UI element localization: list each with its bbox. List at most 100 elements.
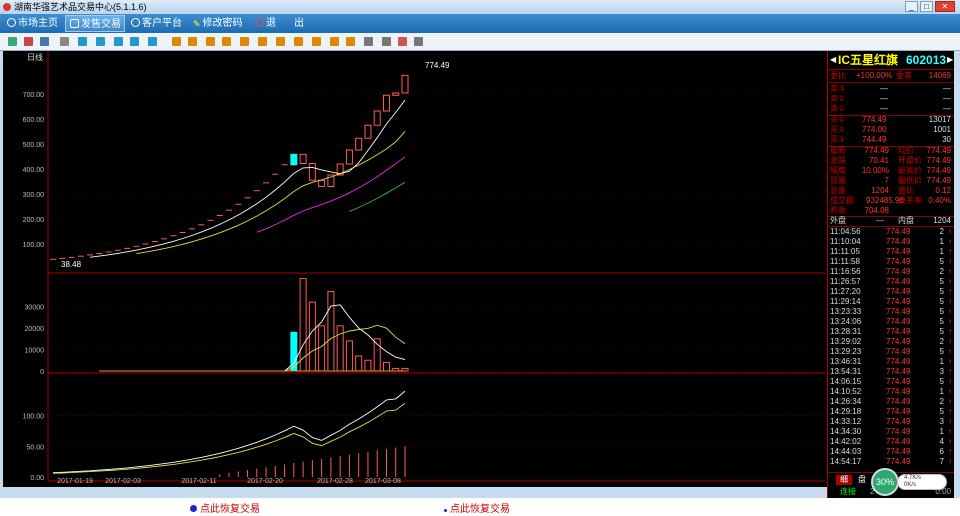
up-arrow-icon: ↑ <box>948 427 952 436</box>
up-arrow-icon: ↑ <box>948 417 952 426</box>
up-arrow-icon: ↑ <box>948 437 952 446</box>
ma-lines <box>90 99 406 258</box>
tab-issue-trade[interactable]: 发售交易 <box>65 15 125 32</box>
app-logo-icon <box>3 3 11 11</box>
toolbar-button-icon[interactable] <box>130 37 139 46</box>
next-arrow-icon[interactable]: ▶ <box>947 51 953 69</box>
app-window: 湖南华强艺术品交易中心(5.1.1.6) _ □ ✕ 市场主页 发售交易 客户平… <box>0 0 960 516</box>
panel-value: 总量 <box>830 186 846 195</box>
panel-value: 1204 <box>871 186 889 195</box>
speed-widget[interactable]: 30% 4.7K/s 0K/s <box>871 468 949 496</box>
tab-client-platform[interactable]: 客户平台 <box>127 15 187 32</box>
tab-change-password[interactable]: ✎ 修改密码 <box>189 15 249 32</box>
maximize-button[interactable]: □ <box>920 1 933 12</box>
volume-tick-label: 20000 <box>25 326 45 333</box>
stat-row: 幅度 10.00% 最高价 774.49 <box>828 166 954 176</box>
panel-value: — <box>880 94 888 103</box>
upload-speed: 4.7K/s <box>904 475 922 481</box>
tick-row: 14:33:12 774.49 3 ↑ <box>828 417 954 427</box>
panel-value: 5 <box>939 257 944 266</box>
minimize-button[interactable]: _ <box>905 1 918 12</box>
toolbar-button-icon[interactable] <box>364 37 373 46</box>
panel-value: 0.12 <box>935 186 951 195</box>
panel-value: 774.49 <box>886 437 911 446</box>
toolbar-button-icon[interactable] <box>24 37 33 46</box>
toolbar-button-icon[interactable] <box>240 37 249 46</box>
toolbar-button-icon[interactable] <box>382 37 391 46</box>
status-bar: 点此恢复交易 点此恢复交易 <box>0 498 960 516</box>
resume-trade-link-2[interactable]: 点此恢复交易 <box>444 500 510 515</box>
up-arrow-icon: ↑ <box>948 367 952 376</box>
y-axis: 700.00 600.00 500.00 400.00 300.00 200.00 100.… <box>23 92 45 482</box>
globe-icon <box>131 18 140 27</box>
toolbar-button-icon[interactable] <box>206 37 215 46</box>
tab-exit[interactable]: 退出 <box>251 15 311 32</box>
toolbar-button-icon[interactable] <box>398 37 407 46</box>
panel-value: 14:44:03 <box>830 447 862 456</box>
toolbar-button-icon[interactable] <box>40 37 49 46</box>
volume-bar <box>364 359 372 372</box>
panel-value: 11:27:20 <box>830 287 861 296</box>
x-tick-label: 2017-02-20 <box>247 478 283 485</box>
tick-row: 13:54:31 774.49 3 ↑ <box>828 367 954 377</box>
tick-row: 14:54:17 774.49 7 ↑ <box>828 457 954 467</box>
toolbar-button-icon[interactable] <box>148 37 157 46</box>
panel-value: 13:29:02 <box>830 337 862 346</box>
toolbar-button-icon[interactable] <box>330 37 339 46</box>
status-dot-icon <box>444 509 447 512</box>
panel-value: 70.41 <box>868 156 889 165</box>
ma10-line <box>136 131 406 255</box>
panel-value: 5 <box>939 407 944 416</box>
tick-row: 14:42:02 774.49 4 ↑ <box>828 437 954 447</box>
toolbar-button-icon[interactable] <box>346 37 355 46</box>
panel-value: — <box>943 104 951 113</box>
toolbar-button-icon[interactable] <box>258 37 267 46</box>
volume-bar <box>308 301 316 372</box>
tab-market-home[interactable]: 市场主页 <box>3 15 63 32</box>
panel-value: 6 <box>939 447 944 456</box>
stat-row: 最新 774.49 均价 774.49 <box>828 146 954 156</box>
toolbar-button-icon[interactable] <box>8 37 17 46</box>
toolbar-button-icon[interactable] <box>294 37 303 46</box>
panel-value: 3 <box>939 367 944 376</box>
download-speed: 0K/s <box>904 482 917 488</box>
panel-value: +100.00% <box>856 71 893 80</box>
panel-value: 11:11:58 <box>830 257 860 266</box>
toolbar-button-icon[interactable] <box>276 37 285 46</box>
toolbar-button-icon[interactable] <box>114 37 123 46</box>
tick-row: 11:04:56 774.49 2 ↑ <box>828 227 954 237</box>
close-button[interactable]: ✕ <box>935 1 955 12</box>
toolbar-button-icon[interactable] <box>96 37 105 46</box>
ma20-line <box>256 156 406 233</box>
tab-label: 出 <box>294 18 304 29</box>
panel-value: 14:06:15 <box>830 377 862 386</box>
bid-row: 买① 774.49 13017 <box>828 115 954 125</box>
panel-value: 13:24:06 <box>830 317 862 326</box>
panel-value: 细 <box>836 475 852 485</box>
toolbar-button-icon[interactable] <box>172 37 181 46</box>
panel-value: 774.49 <box>886 417 911 426</box>
toolbar-button-icon[interactable] <box>78 37 87 46</box>
prev-arrow-icon[interactable]: ◀ <box>830 51 836 69</box>
toolbar-button-icon[interactable] <box>414 37 423 46</box>
up-arrow-icon: ↑ <box>948 457 952 466</box>
ma5-line <box>90 99 406 258</box>
resume-trade-link-1[interactable]: 点此恢复交易 <box>190 500 260 515</box>
toolbar-button-icon[interactable] <box>222 37 231 46</box>
panel-value: 13:29:23 <box>830 347 862 356</box>
volume-bar <box>336 325 344 372</box>
toolbar-button-icon[interactable] <box>312 37 321 46</box>
panel-value: 最高价 <box>898 166 922 175</box>
panel-value: 委差 <box>896 71 912 80</box>
panel-value: 4 <box>939 437 944 446</box>
panel-value: 2 <box>939 397 944 406</box>
price-tick-label: 500.00 <box>23 142 45 149</box>
tab-label: 退 <box>266 18 276 29</box>
toolbar-button-icon[interactable] <box>60 37 69 46</box>
panel-value: 774.49 <box>926 166 951 175</box>
panel-value: 13:28:31 <box>830 327 862 336</box>
candle <box>318 179 326 187</box>
status-dot-icon <box>190 505 197 512</box>
toolbar-button-icon[interactable] <box>188 37 197 46</box>
panel-value: 774.49 <box>886 297 911 306</box>
